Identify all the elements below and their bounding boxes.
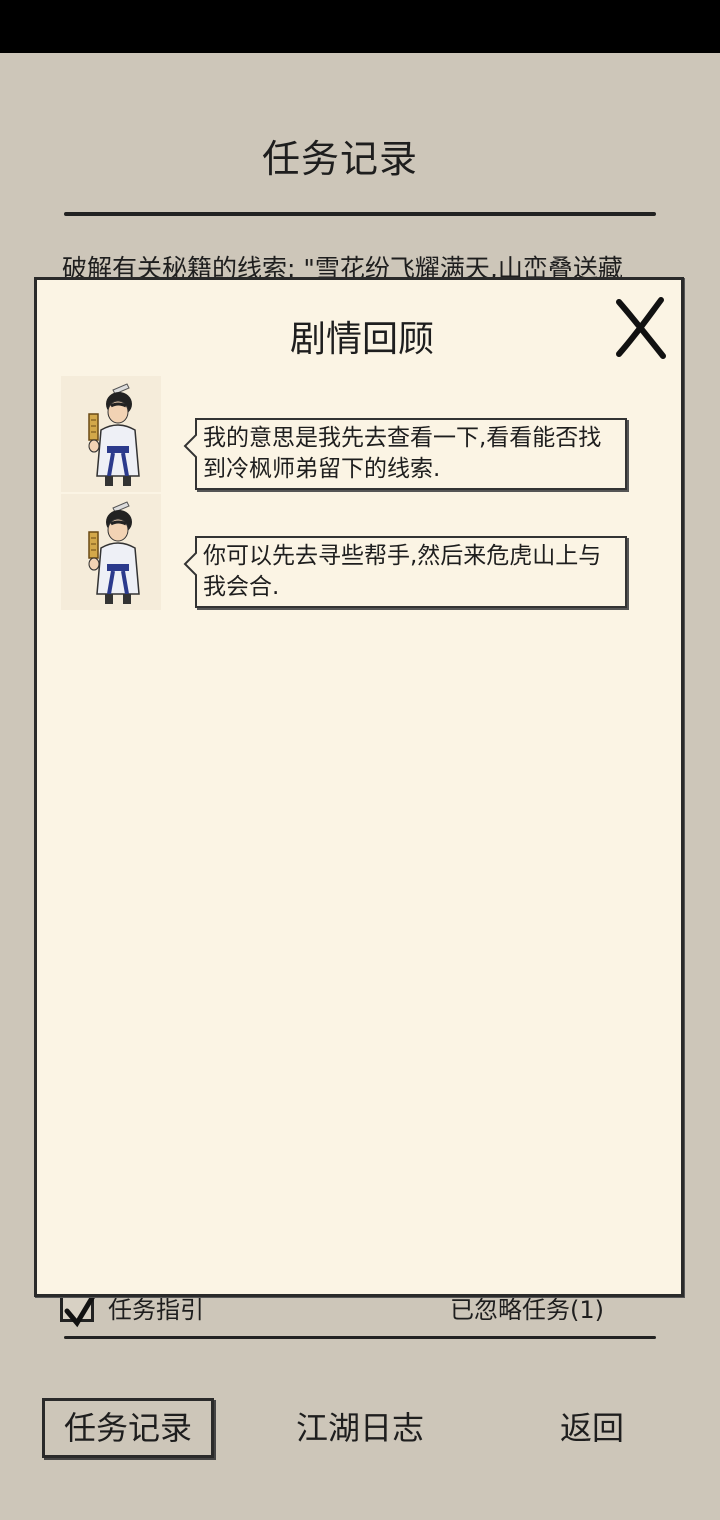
tab-task-records[interactable]: 任务记录 bbox=[42, 1398, 214, 1458]
task-clue-text: 破解有关秘籍的线索: "雪花纷飞耀满天,山峦叠送藏 bbox=[62, 254, 623, 278]
title-divider bbox=[64, 212, 656, 216]
dialogue-message: 你可以先去寻些帮手,然后来危虎山上与我会合. bbox=[61, 494, 651, 610]
tab-jianghu-log[interactable]: 江湖日志 bbox=[280, 1398, 440, 1458]
status-bar bbox=[0, 0, 720, 53]
back-button[interactable]: 返回 bbox=[540, 1398, 644, 1458]
close-icon bbox=[616, 297, 666, 359]
message-text: 你可以先去寻些帮手,然后来危虎山上与我会合. bbox=[203, 543, 602, 600]
speech-bubble: 你可以先去寻些帮手,然后来危虎山上与我会合. bbox=[183, 536, 627, 608]
close-button[interactable] bbox=[613, 296, 669, 362]
page-title: 任务记录 bbox=[261, 137, 418, 181]
bubble-tail bbox=[183, 434, 197, 458]
bottom-divider bbox=[64, 1336, 656, 1339]
dialog-title: 剧情回顾 bbox=[289, 319, 434, 360]
message-text: 我的意思是我先去查看一下,看看能否找到冷枫师弟留下的线索. bbox=[203, 425, 602, 482]
bottom-nav: 任务记录 江湖日志 返回 bbox=[0, 1390, 720, 1470]
bubble-tail bbox=[183, 552, 197, 576]
scholar-avatar bbox=[61, 376, 161, 492]
scholar-avatar bbox=[61, 494, 161, 610]
dialogue-message: 我的意思是我先去查看一下,看看能否找到冷枫师弟留下的线索. bbox=[61, 376, 651, 492]
story-review-dialog: 剧情回顾 我的意思是我先去查看一下,看看能否找到冷枫师弟留下的线索. 你可以先去… bbox=[34, 277, 684, 1297]
speech-bubble: 我的意思是我先去查看一下,看看能否找到冷枫师弟留下的线索. bbox=[183, 418, 627, 490]
